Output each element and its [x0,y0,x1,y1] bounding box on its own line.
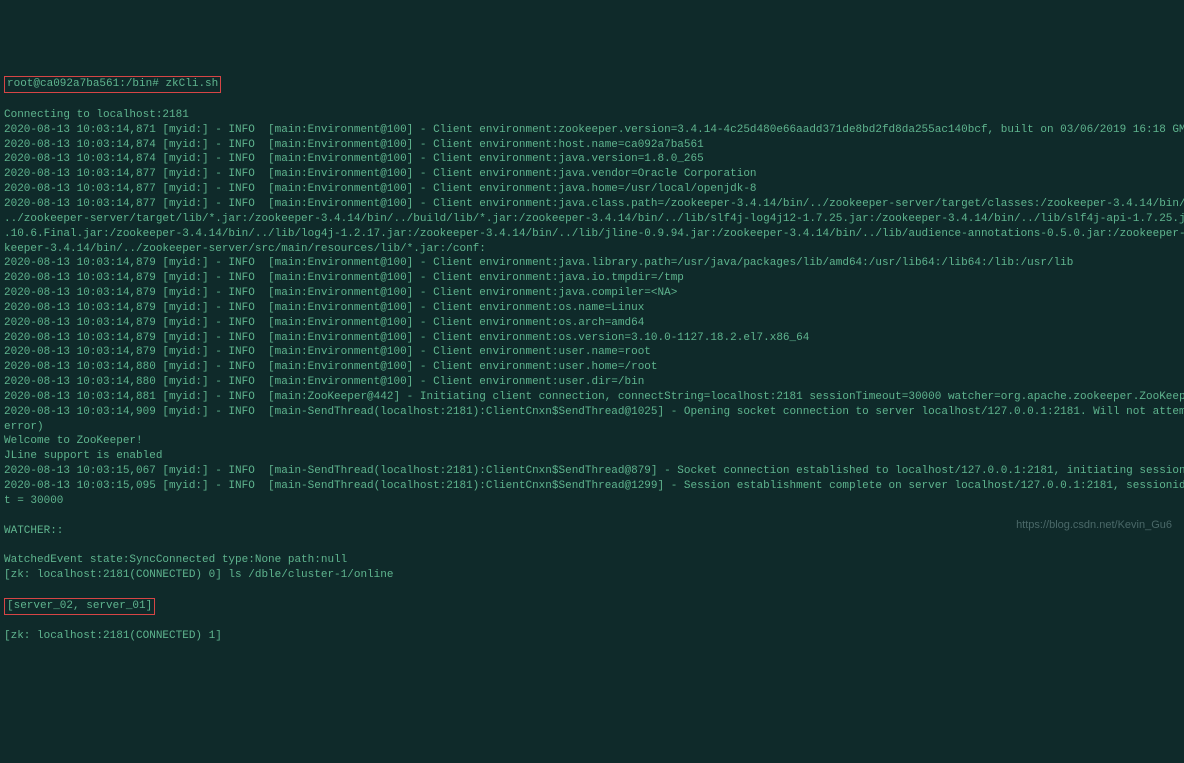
final-prompt-line[interactable]: [zk: localhost:2181(CONNECTED) 1] [4,629,1180,644]
log-line: 2020-08-13 10:03:14,877 [myid:] - INFO [… [4,182,1180,197]
log-line: 2020-08-13 10:03:14,879 [myid:] - INFO [… [4,256,1180,271]
log-line: 2020-08-13 10:03:14,877 [myid:] - INFO [… [4,167,1180,182]
log-line: 2020-08-13 10:03:14,871 [myid:] - INFO [… [4,123,1180,138]
log-line: t = 30000 [4,494,1180,509]
log-line: 2020-08-13 10:03:14,881 [myid:] - INFO [… [4,390,1180,405]
command-line: root@ca092a7ba561:/bin# zkCli.sh [4,76,1180,93]
log-line: .10.6.Final.jar:/zookeeper-3.4.14/bin/..… [4,227,1180,242]
log-line: 2020-08-13 10:03:14,879 [myid:] - INFO [… [4,316,1180,331]
log-line: 2020-08-13 10:03:14,879 [myid:] - INFO [… [4,345,1180,360]
log-line: 2020-08-13 10:03:14,909 [myid:] - INFO [… [4,405,1180,420]
result-highlight: [server_02, server_01] [4,598,155,615]
log-line: keeper-3.4.14/bin/../zookeeper-server/sr… [4,242,1180,257]
log-line: 2020-08-13 10:03:14,879 [myid:] - INFO [… [4,301,1180,316]
shell-prompt: root@ca092a7ba561:/bin# [7,78,165,90]
log-line [4,509,1180,524]
log-lines: Connecting to localhost:21812020-08-13 1… [4,108,1180,583]
log-line: 2020-08-13 10:03:14,874 [myid:] - INFO [… [4,152,1180,167]
log-line: 2020-08-13 10:03:15,095 [myid:] - INFO [… [4,479,1180,494]
log-line: 2020-08-13 10:03:14,874 [myid:] - INFO [… [4,138,1180,153]
log-line: WATCHER:: [4,524,1180,539]
log-line: WatchedEvent state:SyncConnected type:No… [4,553,1180,568]
result-line: [server_02, server_01] [4,598,1180,615]
command-text: zkCli.sh [165,78,218,90]
terminal-output: root@ca092a7ba561:/bin# zkCli.sh Connect… [4,61,1180,659]
watermark: https://blog.csdn.net/Kevin_Gu6 [1016,518,1172,533]
log-line: ../zookeeper-server/target/lib/*.jar:/zo… [4,212,1180,227]
log-line: 2020-08-13 10:03:14,880 [myid:] - INFO [… [4,360,1180,375]
log-line: 2020-08-13 10:03:14,877 [myid:] - INFO [… [4,197,1180,212]
log-line: [zk: localhost:2181(CONNECTED) 0] ls /db… [4,568,1180,583]
log-line: 2020-08-13 10:03:14,880 [myid:] - INFO [… [4,375,1180,390]
log-line: Welcome to ZooKeeper! [4,434,1180,449]
log-line: Connecting to localhost:2181 [4,108,1180,123]
log-line: error) [4,420,1180,435]
log-line: 2020-08-13 10:03:15,067 [myid:] - INFO [… [4,464,1180,479]
log-line: 2020-08-13 10:03:14,879 [myid:] - INFO [… [4,271,1180,286]
command-highlight: root@ca092a7ba561:/bin# zkCli.sh [4,76,221,93]
log-line: JLine support is enabled [4,449,1180,464]
log-line: 2020-08-13 10:03:14,879 [myid:] - INFO [… [4,331,1180,346]
log-line: 2020-08-13 10:03:14,879 [myid:] - INFO [… [4,286,1180,301]
